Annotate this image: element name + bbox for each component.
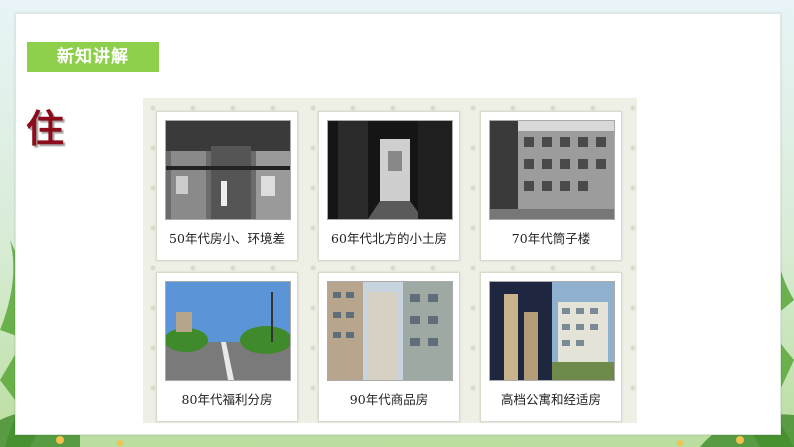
photo-board: 50年代房小、环境差 60年代北方的小土房 70年代筒子楼 80年代福利分房 9… — [143, 98, 637, 423]
photo-1950s-housing — [165, 120, 291, 220]
photo-1980s-welfare-housing — [165, 281, 291, 381]
photo-card-1960s: 60年代北方的小土房 — [318, 111, 460, 261]
photo-1970s-tube-building — [489, 120, 615, 220]
slide: 新知讲解 住 50年代房小、环境差 60年代北方的小土房 70年代筒子楼 80年… — [15, 13, 781, 435]
photo-card-1980s: 80年代福利分房 — [156, 272, 298, 422]
photo-caption: 90年代商品房 — [349, 392, 429, 407]
photo-1960s-mud-house — [327, 120, 453, 220]
section-tag: 新知讲解 — [27, 42, 159, 72]
photo-card-1990s: 90年代商品房 — [318, 272, 460, 422]
photo-caption: 高档公寓和经适房 — [500, 392, 601, 407]
photo-card-1970s: 70年代筒子楼 — [480, 111, 622, 261]
photo-card-1950s: 50年代房小、环境差 — [156, 111, 298, 261]
photo-caption: 60年代北方的小土房 — [331, 231, 447, 246]
photo-card-modern: 高档公寓和经适房 — [480, 272, 622, 422]
photo-luxury-and-affordable-housing — [489, 281, 615, 381]
photo-caption: 80年代福利分房 — [181, 392, 273, 407]
photo-caption: 50年代房小、环境差 — [169, 231, 285, 246]
photo-1990s-commercial-housing — [327, 281, 453, 381]
topic-char: 住 — [26, 106, 65, 151]
photo-caption: 70年代筒子楼 — [511, 231, 591, 246]
